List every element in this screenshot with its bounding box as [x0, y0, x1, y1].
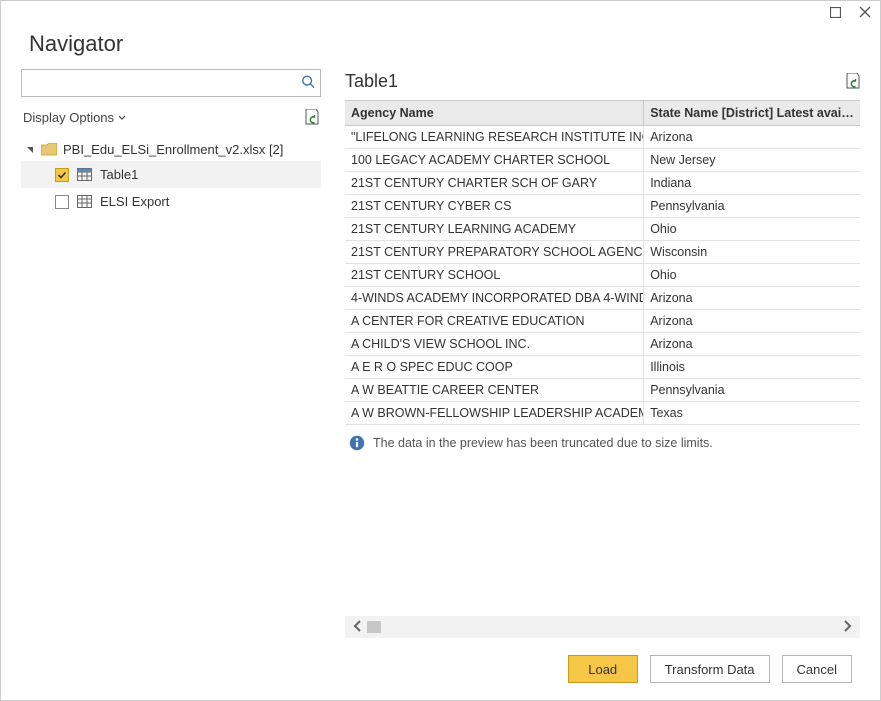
- tree-item-label: Table1: [100, 167, 138, 182]
- refresh-icon[interactable]: [304, 109, 319, 126]
- checkbox-checked[interactable]: [55, 168, 69, 182]
- table-cell: Pennsylvania: [644, 195, 860, 218]
- table-row[interactable]: A CENTER FOR CREATIVE EDUCATIONArizona: [345, 310, 860, 333]
- search-icon[interactable]: [301, 75, 315, 92]
- tree: PBI_Edu_ELSi_Enrollment_v2.xlsx [2] Tabl…: [21, 138, 321, 215]
- cancel-button[interactable]: Cancel: [782, 655, 852, 683]
- table-cell: A W BEATTIE CAREER CENTER: [345, 379, 644, 402]
- checkbox-unchecked[interactable]: [55, 195, 69, 209]
- table-header-row: Agency Name State Name [District] Latest…: [345, 101, 860, 126]
- table-row[interactable]: 21ST CENTURY LEARNING ACADEMYOhio: [345, 218, 860, 241]
- scroll-right-icon[interactable]: [838, 620, 856, 635]
- tree-root-label: PBI_Edu_ELSi_Enrollment_v2.xlsx [2]: [63, 142, 283, 157]
- table-cell: 21ST CENTURY PREPARATORY SCHOOL AGENCY: [345, 241, 644, 264]
- table-icon: [77, 168, 92, 181]
- refresh-preview-icon[interactable]: [845, 73, 860, 90]
- table-row[interactable]: A E R O SPEC EDUC COOPIllinois: [345, 356, 860, 379]
- tree-item-label: ELSI Export: [100, 194, 169, 209]
- preview-title: Table1: [345, 71, 398, 92]
- table-cell: New Jersey: [644, 149, 860, 172]
- tree-root[interactable]: PBI_Edu_ELSi_Enrollment_v2.xlsx [2]: [21, 138, 321, 161]
- search-input[interactable]: [21, 69, 321, 97]
- table-row[interactable]: A W BEATTIE CAREER CENTERPennsylvania: [345, 379, 860, 402]
- scroll-thumb[interactable]: [367, 621, 381, 633]
- table-cell: 100 LEGACY ACADEMY CHARTER SCHOOL: [345, 149, 644, 172]
- display-options-label: Display Options: [23, 110, 114, 125]
- table-cell: Arizona: [644, 126, 860, 149]
- folder-icon: [41, 143, 57, 156]
- table-row[interactable]: A W BROWN-FELLOWSHIP LEADERSHIP ACADEMYT…: [345, 402, 860, 425]
- table-cell: Ohio: [644, 218, 860, 241]
- column-header-agency[interactable]: Agency Name: [345, 101, 644, 126]
- preview-table: Agency Name State Name [District] Latest…: [345, 100, 860, 425]
- table-cell: A CHILD'S VIEW SCHOOL INC.: [345, 333, 644, 356]
- display-options-row: Display Options: [21, 105, 321, 132]
- right-panel: Table1 Agency Name State Name [District]…: [345, 69, 860, 638]
- maximize-button[interactable]: [828, 5, 842, 19]
- navigator-window: Navigator Display Options: [0, 0, 881, 701]
- truncate-text: The data in the preview has been truncat…: [373, 436, 713, 450]
- close-button[interactable]: [858, 5, 872, 19]
- table-cell: 21ST CENTURY CYBER CS: [345, 195, 644, 218]
- scroll-track[interactable]: [367, 621, 838, 633]
- table-icon: [77, 195, 92, 208]
- table-row[interactable]: 4-WINDS ACADEMY INCORPORATED DBA 4-WINDS…: [345, 287, 860, 310]
- table-cell: Ohio: [644, 264, 860, 287]
- tree-item-elsi-export[interactable]: ELSI Export: [21, 188, 321, 215]
- search-row: [21, 69, 321, 97]
- table-row[interactable]: "LIFELONG LEARNING RESEARCH INSTITUTE IN…: [345, 126, 860, 149]
- table-row[interactable]: 100 LEGACY ACADEMY CHARTER SCHOOLNew Jer…: [345, 149, 860, 172]
- table-cell: Illinois: [644, 356, 860, 379]
- table-cell: Arizona: [644, 287, 860, 310]
- table-row[interactable]: A CHILD'S VIEW SCHOOL INC.Arizona: [345, 333, 860, 356]
- info-icon: [349, 435, 365, 451]
- transform-data-button[interactable]: Transform Data: [650, 655, 770, 683]
- tree-item-table1[interactable]: Table1: [21, 161, 321, 188]
- preview-header: Table1: [345, 69, 860, 100]
- table-cell: 21ST CENTURY SCHOOL: [345, 264, 644, 287]
- scroll-left-icon[interactable]: [349, 620, 367, 635]
- table-cell: Pennsylvania: [644, 379, 860, 402]
- table-row[interactable]: 21ST CENTURY CYBER CSPennsylvania: [345, 195, 860, 218]
- table-cell: Texas: [644, 402, 860, 425]
- table-row[interactable]: 21ST CENTURY PREPARATORY SCHOOL AGENCYWi…: [345, 241, 860, 264]
- table-cell: "LIFELONG LEARNING RESEARCH INSTITUTE IN…: [345, 126, 644, 149]
- table-row[interactable]: 21ST CENTURY SCHOOLOhio: [345, 264, 860, 287]
- table-cell: A E R O SPEC EDUC COOP: [345, 356, 644, 379]
- caret-down-icon: [25, 146, 35, 154]
- table-cell: Arizona: [644, 333, 860, 356]
- truncate-note: The data in the preview has been truncat…: [345, 425, 860, 461]
- table-cell: 21ST CENTURY CHARTER SCH OF GARY: [345, 172, 644, 195]
- load-button[interactable]: Load: [568, 655, 638, 683]
- table-cell: 4-WINDS ACADEMY INCORPORATED DBA 4-WINDS…: [345, 287, 644, 310]
- content-area: Display Options PBI_Edu_ELSi_Enrollment_…: [1, 69, 880, 638]
- horizontal-scrollbar[interactable]: [345, 616, 860, 638]
- table-cell: Wisconsin: [644, 241, 860, 264]
- table-cell: Indiana: [644, 172, 860, 195]
- table-cell: 21ST CENTURY LEARNING ACADEMY: [345, 218, 644, 241]
- chevron-down-icon: [118, 114, 126, 122]
- table-cell: A CENTER FOR CREATIVE EDUCATION: [345, 310, 644, 333]
- table-cell: A W BROWN-FELLOWSHIP LEADERSHIP ACADEMY: [345, 402, 644, 425]
- column-header-state[interactable]: State Name [District] Latest available y…: [644, 101, 860, 126]
- footer: Load Transform Data Cancel: [1, 638, 880, 700]
- titlebar: [1, 1, 880, 31]
- table-row[interactable]: 21ST CENTURY CHARTER SCH OF GARYIndiana: [345, 172, 860, 195]
- table-cell: Arizona: [644, 310, 860, 333]
- page-title: Navigator: [1, 31, 880, 69]
- left-panel: Display Options PBI_Edu_ELSi_Enrollment_…: [21, 69, 321, 638]
- display-options-dropdown[interactable]: Display Options: [23, 110, 126, 125]
